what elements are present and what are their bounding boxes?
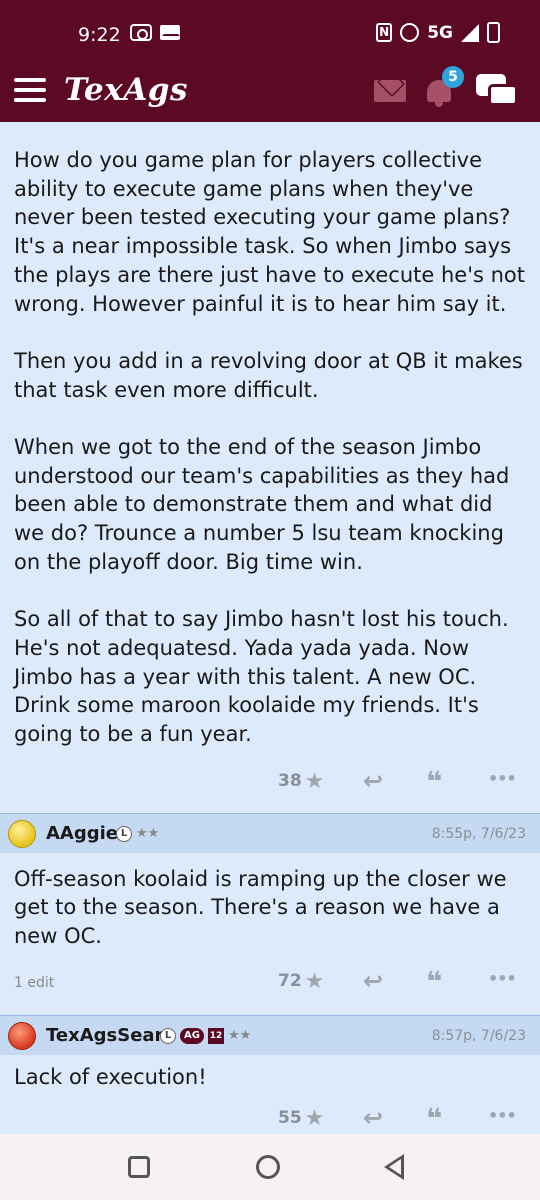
signal-icon — [461, 23, 479, 42]
nfc-icon: N — [376, 23, 393, 42]
post: How do you game plan for players collect… — [0, 122, 540, 813]
mail-icon[interactable] — [374, 80, 406, 102]
post-body: How do you game plan for players collect… — [0, 122, 540, 749]
post: AAggie L ★★ 8:55p, 7/6/23 Off-season koo… — [0, 812, 540, 1015]
star-count: 38 — [278, 771, 302, 792]
twelfth-man-badge: 12 — [207, 1027, 224, 1044]
post-header: TexAgsSean L AG 12 ★★ 8:57p, 7/6/23 — [0, 1014, 540, 1055]
post-text: Lack of execution! — [14, 1064, 207, 1089]
username[interactable]: AAggie — [46, 823, 118, 844]
avatar[interactable] — [8, 819, 36, 848]
more-icon[interactable]: ••• — [488, 969, 517, 988]
star-icon: ★ — [304, 1105, 325, 1131]
status-bar: 9:22 N 5G — [0, 0, 540, 58]
reply-icon[interactable]: ↩ — [363, 1104, 383, 1132]
star-count: 72 — [278, 971, 302, 992]
back-icon[interactable] — [384, 1154, 404, 1180]
post-body: Off-season koolaid is ramping up the clo… — [0, 853, 540, 951]
home-icon[interactable] — [256, 1155, 280, 1179]
network-label: 5G — [427, 22, 453, 43]
post-actions: 1 edit 72 ★ ↩ ❝ ••• — [0, 951, 540, 1015]
quote-icon[interactable]: ❝ — [426, 765, 442, 798]
chat-icon[interactable] — [476, 74, 520, 108]
avatar[interactable] — [8, 1021, 36, 1050]
star-icon: ★ — [304, 968, 325, 994]
user-badges: L AG 12 ★★ — [160, 1027, 252, 1044]
thread-content: How do you game plan for players collect… — [0, 122, 540, 1150]
lifetime-badge: L — [160, 1027, 176, 1044]
recents-icon[interactable] — [128, 1156, 150, 1178]
star-count: 55 — [278, 1108, 302, 1129]
edit-note[interactable]: 1 edit — [14, 975, 54, 991]
lifetime-badge: L — [116, 825, 132, 842]
status-time: 9:22 — [78, 24, 121, 46]
app-header: TexAgs 5 — [0, 58, 540, 122]
rank-stars: ★★ — [136, 826, 160, 842]
gmail-icon — [160, 25, 180, 40]
quote-icon[interactable]: ❝ — [426, 1102, 442, 1135]
notification-badge: 5 — [442, 66, 464, 88]
quote-icon[interactable]: ❝ — [426, 965, 442, 998]
rank-stars: ★★ — [227, 1028, 252, 1044]
menu-icon[interactable] — [14, 78, 46, 102]
star-button[interactable]: 55 ★ — [278, 1106, 324, 1131]
post-text: Off-season koolaid is ramping up the clo… — [14, 866, 507, 949]
post-body: Lack of execution! — [0, 1055, 540, 1092]
status-left-icons — [130, 24, 180, 41]
texags-logo[interactable]: TexAgs — [64, 72, 188, 108]
post-paragraph: So all of that to say Jimbo hasn't lost … — [14, 607, 509, 747]
user-badges: L ★★ — [116, 825, 160, 842]
post-paragraph: Then you add in a revolving door at QB i… — [14, 348, 523, 402]
username[interactable]: TexAgsSean — [46, 1025, 167, 1046]
post-paragraph: How do you game plan for players collect… — [14, 148, 525, 316]
post-paragraph: When we got to the end of the season Jim… — [14, 435, 510, 574]
reply-icon[interactable]: ↩ — [363, 767, 383, 795]
more-icon[interactable]: ••• — [488, 769, 517, 788]
post-timestamp: 8:57p, 7/6/23 — [431, 1027, 526, 1044]
star-icon: ★ — [304, 768, 325, 794]
post-timestamp: 8:55p, 7/6/23 — [431, 825, 526, 842]
reply-icon[interactable]: ↩ — [363, 967, 383, 995]
battery-icon — [487, 22, 500, 43]
star-button[interactable]: 38 ★ — [278, 769, 324, 794]
cast-icon — [130, 24, 152, 41]
star-button[interactable]: 72 ★ — [278, 969, 324, 994]
status-right-icons: N 5G — [376, 22, 500, 43]
alarm-icon — [400, 23, 420, 42]
post-actions: 38 ★ ↩ ❝ ••• — [0, 749, 540, 813]
system-nav-bar — [0, 1134, 540, 1200]
more-icon[interactable]: ••• — [488, 1106, 517, 1125]
ag-badge: AG — [180, 1027, 204, 1044]
post: TexAgsSean L AG 12 ★★ 8:57p, 7/6/23 Lack… — [0, 1014, 540, 1150]
post-header: AAggie L ★★ 8:55p, 7/6/23 — [0, 812, 540, 853]
